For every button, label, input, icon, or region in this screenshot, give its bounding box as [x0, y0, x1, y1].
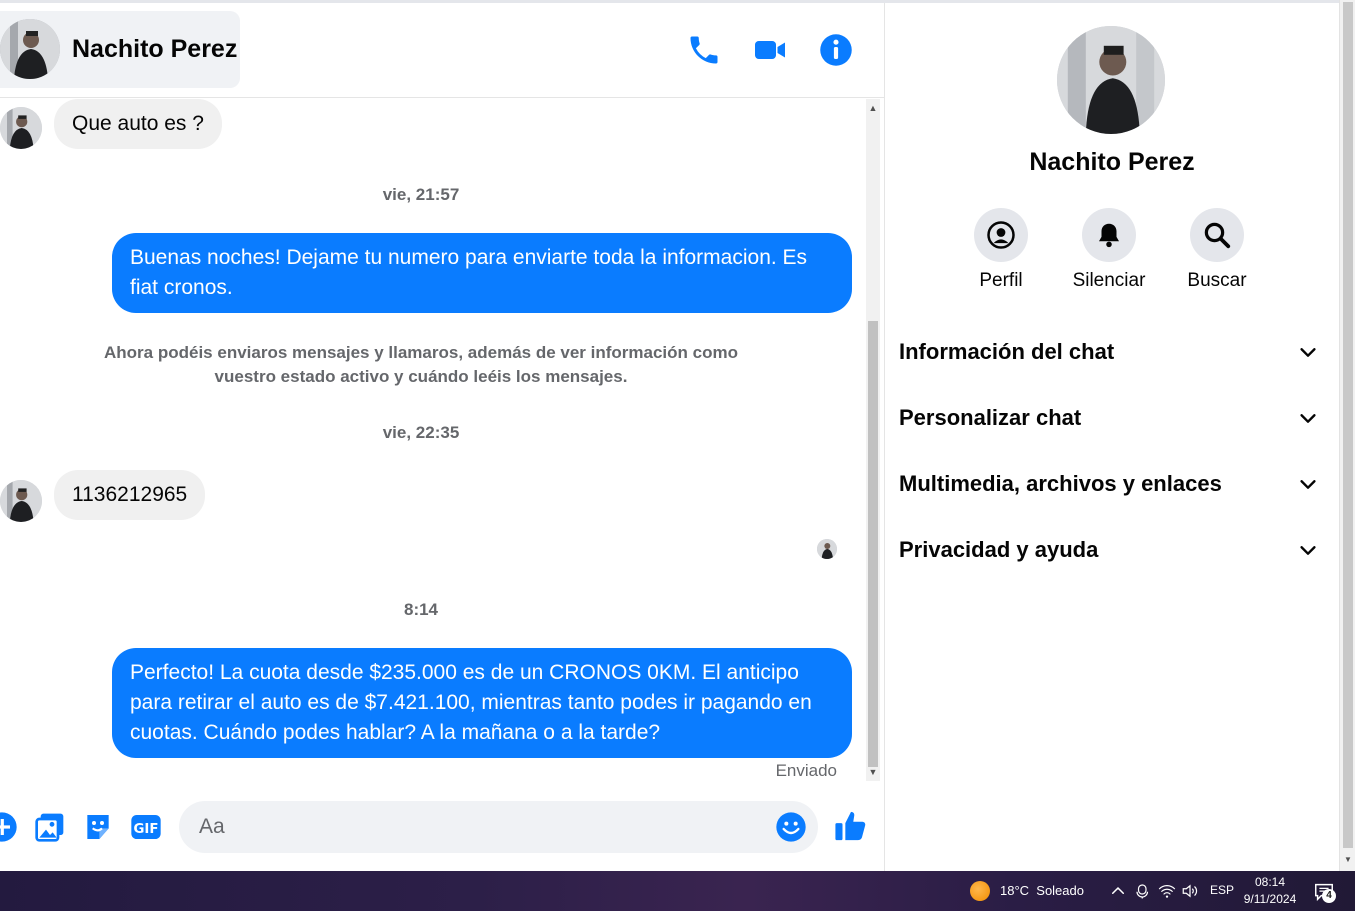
chevron-down-icon [1300, 480, 1316, 489]
clock-time: 08:14 [1254, 875, 1286, 889]
section-label: Privacidad y ayuda [899, 537, 1099, 562]
chevron-down-icon [1300, 348, 1316, 357]
profile-icon [974, 208, 1028, 262]
page-scrollbar[interactable]: ▼ [1339, 0, 1355, 871]
mute-action[interactable]: Silenciar [1059, 208, 1159, 292]
system-note: Ahora podéis enviaros mensajes y llamaro… [104, 343, 738, 386]
timestamp: vie, 22:35 [382, 423, 460, 442]
plus-icon[interactable] [0, 811, 18, 843]
section-label: Personalizar chat [899, 405, 1082, 430]
section-label: Multimedia, archivos y enlaces [899, 471, 1222, 496]
scroll-down-icon[interactable]: ▼ [1342, 855, 1354, 867]
action-label: Perfil [979, 270, 1023, 291]
scroll-up-icon[interactable]: ▲ [866, 101, 880, 115]
info-icon[interactable] [818, 32, 854, 68]
clock[interactable]: 08:14 9/11/2024 [1236, 874, 1304, 908]
sender-avatar [0, 107, 42, 149]
chat-scrollbar[interactable]: ▲ ▼ [866, 99, 880, 781]
message-input[interactable] [197, 801, 767, 853]
delivery-status: Enviado [775, 761, 837, 780]
sun-icon[interactable] [970, 881, 990, 901]
taskbar: 18°C Soleado ESP 08:14 9/11/2024 4 [0, 871, 1355, 911]
sticker-icon[interactable] [82, 811, 114, 843]
message-list: Que auto es ? vie, 21:57 Buenas noches! … [0, 99, 866, 784]
image-icon[interactable] [34, 811, 66, 843]
profile-avatar[interactable] [1057, 26, 1165, 134]
section-label: Información del chat [899, 339, 1115, 364]
clock-date: 9/11/2024 [1243, 892, 1297, 906]
composer: GIF [0, 784, 884, 871]
notification-badge: 4 [1322, 889, 1336, 903]
gif-icon[interactable]: GIF [130, 811, 162, 843]
timestamp: 8:14 [403, 600, 439, 619]
sender-avatar [0, 480, 42, 522]
action-label: Silenciar [1072, 270, 1146, 291]
svg-text:GIF: GIF [133, 822, 158, 837]
contact-avatar [0, 19, 60, 79]
chevron-down-icon [1300, 546, 1316, 555]
chat-pane: Nachito Perez Que auto es ? vie, 21:57 B… [0, 3, 884, 871]
search-action[interactable]: Buscar [1167, 208, 1267, 292]
message-outgoing[interactable]: Buenas noches! Dejame tu numero para env… [112, 233, 852, 313]
message-input-wrap[interactable] [179, 801, 818, 853]
language-indicator[interactable]: ESP [1210, 883, 1234, 897]
bell-icon [1082, 208, 1136, 262]
video-call-icon[interactable] [752, 32, 788, 68]
like-icon[interactable] [834, 809, 868, 843]
profile-action[interactable]: Perfil [951, 208, 1051, 292]
chat-header: Nachito Perez [0, 3, 884, 98]
action-label: Buscar [1187, 270, 1247, 291]
phone-icon[interactable] [686, 32, 722, 68]
chevron-down-icon [1300, 414, 1316, 423]
contact-name: Nachito Perez [72, 35, 238, 63]
chevron-up-icon[interactable] [1109, 882, 1127, 900]
message-outgoing[interactable]: Perfecto! La cuota desde $235.000 es de … [112, 648, 852, 758]
meet-icon[interactable] [1134, 882, 1152, 900]
volume-icon[interactable] [1181, 882, 1199, 900]
scroll-down-icon[interactable]: ▼ [866, 765, 880, 779]
seen-avatar [817, 539, 837, 559]
profile-name: Nachito Perez [1029, 148, 1195, 176]
section-media-files-links[interactable]: Multimedia, archivos y enlaces [899, 459, 1319, 509]
message-incoming[interactable]: 1136212965 [54, 470, 206, 520]
wifi-icon[interactable] [1158, 882, 1176, 900]
info-pane: Nachito Perez Perfil Silenciar Buscar In… [885, 3, 1339, 871]
section-privacy-help[interactable]: Privacidad y ayuda [899, 525, 1319, 575]
contact-chip[interactable]: Nachito Perez [0, 11, 240, 88]
timestamp: vie, 21:57 [382, 185, 460, 204]
section-customize-chat[interactable]: Personalizar chat [899, 393, 1319, 443]
scroll-thumb[interactable] [868, 321, 878, 767]
search-icon [1190, 208, 1244, 262]
emoji-icon[interactable] [775, 811, 807, 843]
message-incoming[interactable]: Que auto es ? [54, 99, 222, 149]
page-scroll-thumb[interactable] [1343, 2, 1353, 848]
weather-text[interactable]: 18°C Soleado [1000, 883, 1084, 898]
section-chat-info[interactable]: Información del chat [899, 327, 1319, 377]
